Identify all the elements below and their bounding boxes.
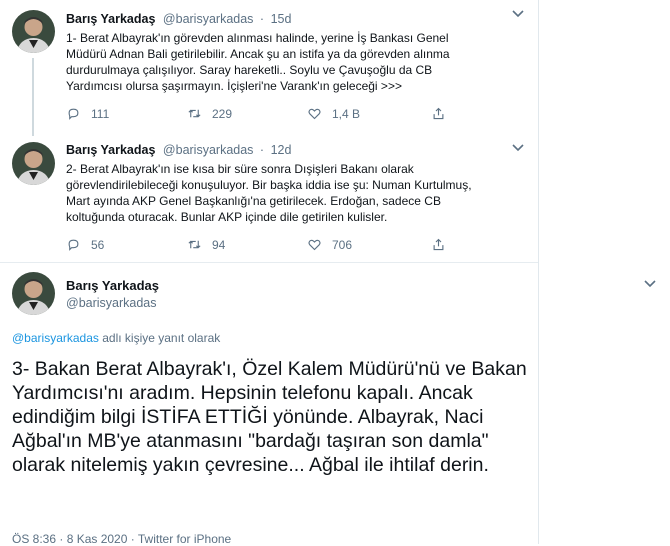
tweet-actions: 111 229 1,4 B (66, 106, 526, 122)
retweet-count: 94 (212, 237, 226, 252)
like-button[interactable]: 1,4 B (307, 106, 360, 121)
reply-button[interactable]: 111 (66, 106, 109, 121)
author-handle[interactable]: @barisyarkadas (66, 296, 157, 310)
reply-button[interactable]: 56 (66, 237, 104, 252)
tweet-header: Barış Yarkadaş @barisyarkadas · 12d (66, 143, 291, 157)
chevron-down-icon[interactable] (510, 6, 526, 18)
tweet-2[interactable]: Barış Yarkadaş @barisyarkadas · 12d 2- B… (0, 136, 538, 262)
avatar[interactable] (12, 272, 55, 315)
replying-to: @barisyarkadas adlı kişiye yanıt olarak (12, 331, 220, 345)
like-count: 1,4 B (332, 106, 361, 121)
tweet-header: Barış Yarkadaş @barisyarkadas · 15d (66, 12, 291, 26)
separator-dot: · (259, 143, 265, 157)
reply-icon (68, 239, 79, 251)
reply-mention-link[interactable]: @barisyarkadas (12, 331, 99, 345)
timestamp[interactable]: 12d (271, 143, 292, 157)
retweet-count: 229 (212, 106, 233, 121)
thread-connector (32, 58, 34, 136)
author-handle[interactable]: @barisyarkadas (163, 143, 254, 157)
tweet-text: 3- Bakan Berat Albayrak'ı, Özel Kalem Mü… (12, 358, 527, 476)
reply-icon (68, 108, 79, 120)
reply-suffix: adlı kişiye yanıt olarak (98, 331, 221, 345)
avatar[interactable] (12, 10, 55, 53)
author-name[interactable]: Barış Yarkadaş (66, 278, 159, 293)
heart-icon (308, 239, 321, 251)
retweet-icon (188, 109, 201, 118)
share-icon (433, 107, 444, 120)
chevron-down-icon[interactable] (642, 276, 658, 288)
reply-count: 56 (91, 237, 105, 252)
author-name[interactable]: Barış Yarkadaş (66, 12, 155, 26)
share-button[interactable] (431, 237, 456, 252)
tweet-actions: 56 94 706 (66, 237, 526, 253)
author-handle[interactable]: @barisyarkadas (163, 12, 254, 26)
separator-dot: · (259, 12, 265, 26)
like-button[interactable]: 706 (307, 237, 352, 252)
share-icon (433, 238, 444, 251)
avatar[interactable] (12, 142, 55, 185)
tweet-text: 2- Berat Albayrak'ın ise kısa bir süre s… (66, 162, 472, 224)
timestamp[interactable]: 15d (271, 12, 292, 26)
chevron-down-icon[interactable] (510, 140, 526, 152)
divider (0, 262, 538, 263)
heart-icon (308, 108, 321, 120)
retweet-button[interactable]: 229 (187, 106, 232, 121)
like-count: 706 (332, 237, 353, 252)
retweet-button[interactable]: 94 (187, 237, 225, 252)
reply-count: 111 (91, 106, 110, 121)
retweet-icon (188, 240, 201, 249)
tweet-text: 1- Berat Albayrak'ın görevden alınması h… (66, 31, 450, 93)
tweet-1[interactable]: Barış Yarkadaş @barisyarkadas · 15d 1- B… (0, 0, 538, 136)
author-name[interactable]: Barış Yarkadaş (66, 143, 155, 157)
share-button[interactable] (431, 106, 456, 121)
